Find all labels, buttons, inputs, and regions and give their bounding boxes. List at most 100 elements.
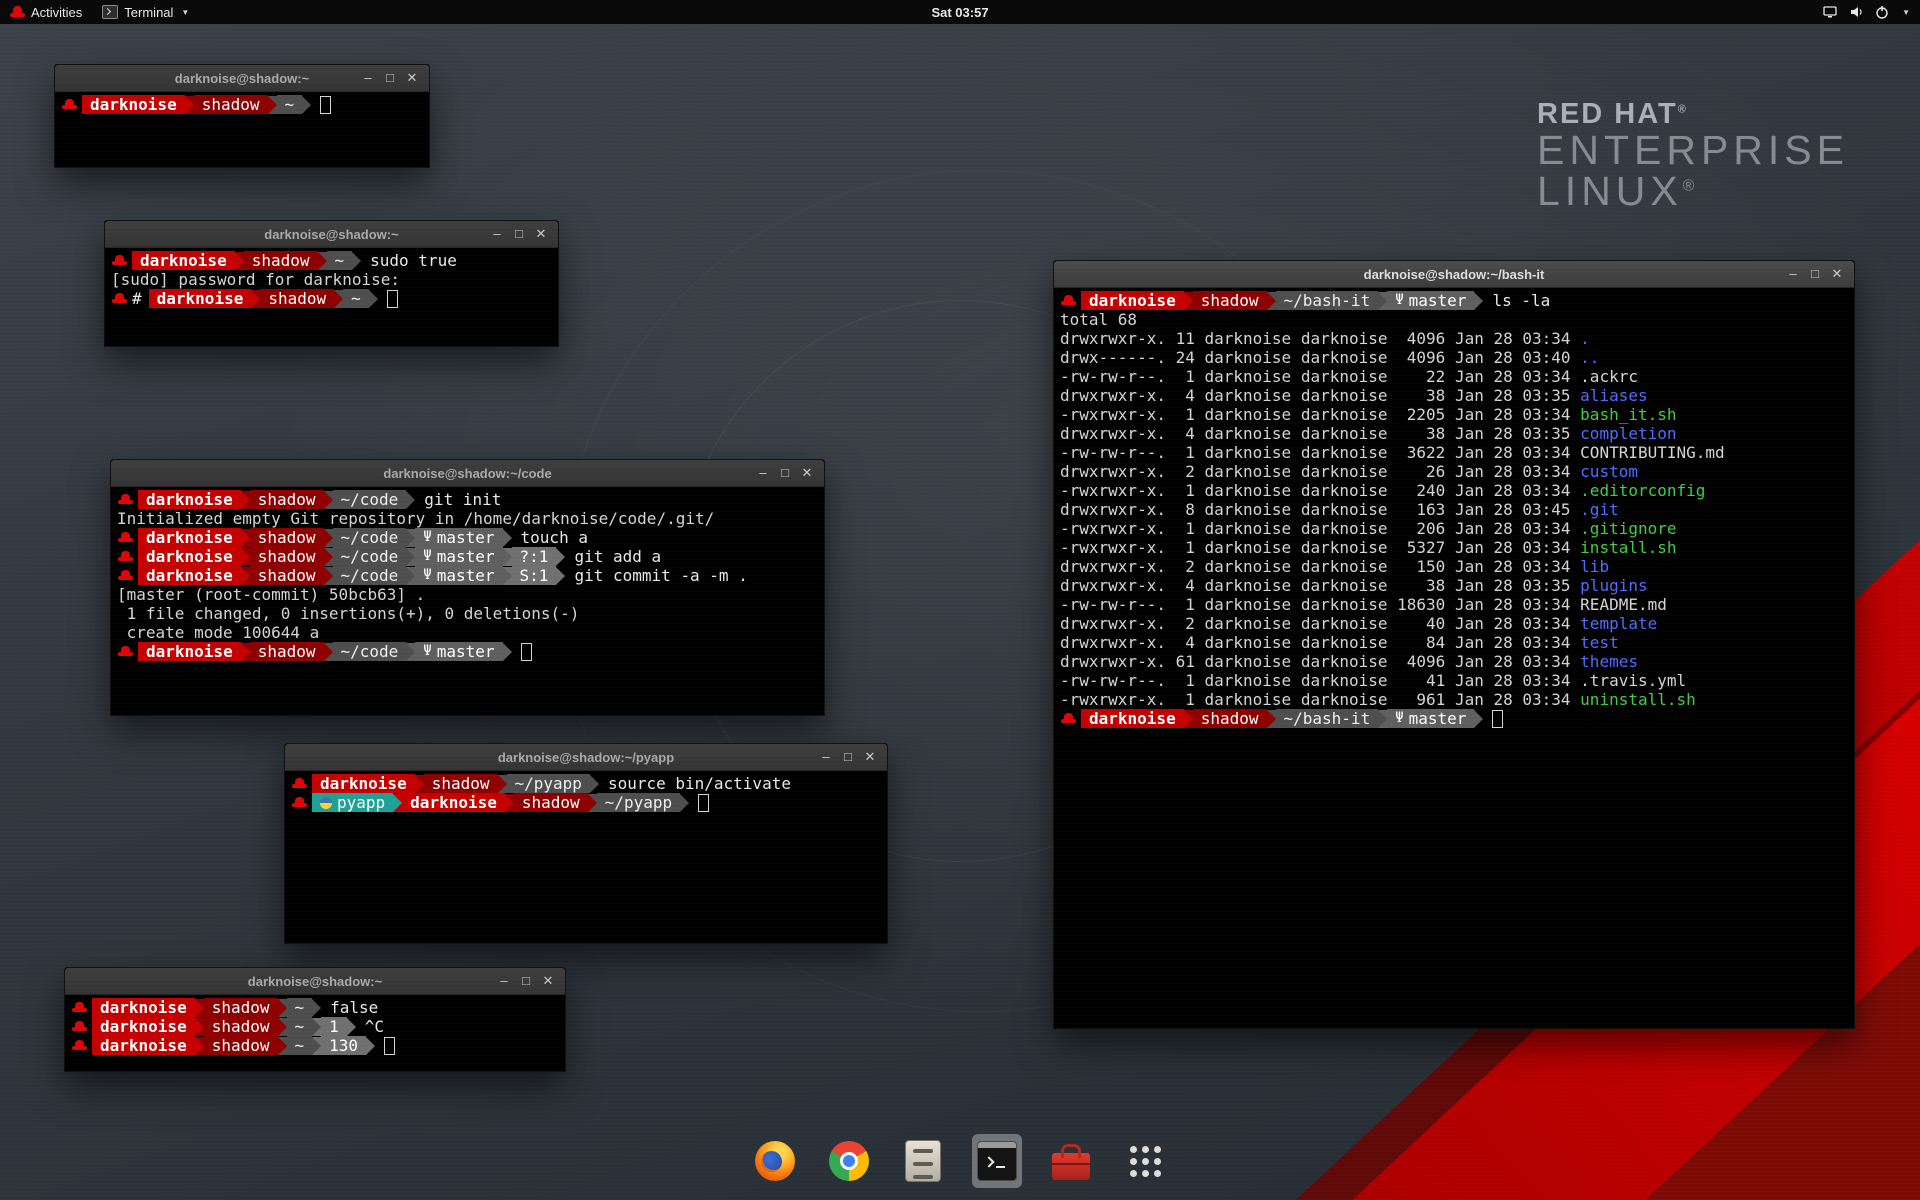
- powerline-separator: [278, 1037, 287, 1055]
- powerline-separator: [241, 529, 250, 547]
- terminal-line: drwxrwxr-x. 2 darknoise darknoise 26 Jan…: [1060, 462, 1848, 481]
- prompt-segment-host: shadow: [514, 793, 588, 812]
- brand-redhat: RED HAT®: [1537, 100, 1849, 130]
- window-title: darknoise@shadow:~/bash-it: [1054, 267, 1854, 282]
- minimize-button[interactable]: –: [488, 221, 506, 247]
- prompt-segment-status: 1: [321, 1017, 347, 1036]
- close-button[interactable]: ✕: [403, 65, 421, 91]
- file-name: custom: [1580, 462, 1638, 481]
- prompt-segment-user: darknoise: [1081, 709, 1184, 728]
- app-menu-terminal[interactable]: Terminal ▼: [92, 0, 199, 24]
- powerline-separator: [324, 491, 333, 509]
- powerline-separator: [406, 643, 415, 661]
- file-name: completion: [1580, 424, 1676, 443]
- powerline-separator: [1267, 710, 1276, 728]
- prompt-segment-status: S:1: [512, 566, 557, 585]
- minimize-button[interactable]: –: [359, 65, 377, 91]
- clock[interactable]: Sat 03:57: [931, 5, 988, 20]
- prompt-segment-git: Ψmaster: [415, 566, 502, 585]
- window-titlebar[interactable]: darknoise@shadow:~ –□✕: [65, 968, 565, 995]
- window-titlebar[interactable]: darknoise@shadow:~/bash-it –□✕: [1054, 261, 1854, 288]
- maximize-button[interactable]: □: [381, 65, 399, 91]
- powerline-separator: [415, 775, 424, 793]
- root-indicator: #: [132, 289, 142, 308]
- dock-item-chrome[interactable]: [824, 1134, 874, 1188]
- prompt-segment-path: ~/code: [333, 642, 407, 661]
- powerline-separator: [503, 529, 512, 547]
- command-text: git commit -a -m .: [574, 566, 747, 585]
- powerline-separator: [590, 775, 599, 793]
- maximize-button[interactable]: □: [510, 221, 528, 247]
- file-name: plugins: [1580, 576, 1647, 595]
- minimize-button[interactable]: –: [817, 744, 835, 770]
- powerline-separator: [268, 96, 277, 114]
- prompt-segment-user: darknoise: [132, 251, 235, 270]
- close-button[interactable]: ✕: [861, 744, 879, 770]
- terminal-line: #darknoiseshadow~: [111, 289, 552, 308]
- close-button[interactable]: ✕: [798, 460, 816, 486]
- redhat-prompt-icon: [118, 531, 133, 544]
- minimize-button[interactable]: –: [1784, 261, 1802, 287]
- prompt-segment-host: shadow: [204, 1036, 278, 1055]
- file-name: .gitignore: [1580, 519, 1676, 538]
- dock-item-firefox[interactable]: [750, 1134, 800, 1188]
- minimize-button[interactable]: –: [495, 968, 513, 994]
- registered-mark: ®: [1683, 178, 1694, 195]
- terminal-window: darknoise@shadow:~/code –□✕ darknoisesha…: [110, 459, 825, 716]
- powerline-separator: [1184, 710, 1193, 728]
- prompt-segment-path: ~/pyapp: [597, 793, 680, 812]
- activities-button[interactable]: Activities: [0, 0, 92, 24]
- window-titlebar[interactable]: darknoise@shadow:~/code –□✕: [111, 460, 824, 487]
- powerline-separator: [406, 548, 415, 566]
- powerline-separator: [347, 1018, 356, 1036]
- prompt-segment-path: ~: [287, 998, 313, 1017]
- prompt-segment-git: Ψmaster: [1387, 291, 1474, 310]
- git-branch-icon: Ψ: [423, 642, 431, 661]
- redhat-prompt-icon: [72, 1020, 87, 1033]
- prompt-segment-git: Ψmaster: [1387, 709, 1474, 728]
- system-status-area[interactable]: ▼: [1812, 0, 1920, 24]
- powerline-separator: [1474, 292, 1483, 310]
- close-button[interactable]: ✕: [539, 968, 557, 994]
- command-text: git init: [424, 490, 501, 509]
- terminal-line: -rw-rw-r--. 1 darknoise darknoise 3622 J…: [1060, 443, 1848, 462]
- powerline-separator: [503, 643, 512, 661]
- terminal-content[interactable]: darknoise shadow ~/pyappsource bin/activat…: [285, 771, 887, 815]
- terminal-content[interactable]: darknoiseshadow~: [55, 92, 429, 117]
- command-text: source bin/activate: [608, 774, 791, 793]
- prompt-segment-status: 130: [321, 1036, 366, 1055]
- terminal-cursor: [521, 643, 532, 661]
- terminal-line: pyappdarknoiseshadow~/pyapp: [291, 793, 881, 812]
- terminal-line: drwxrwxr-x. 4 darknoise darknoise 38 Jan…: [1060, 386, 1848, 405]
- close-button[interactable]: ✕: [532, 221, 550, 247]
- maximize-button[interactable]: □: [517, 968, 535, 994]
- maximize-button[interactable]: □: [1806, 261, 1824, 287]
- dock-item-show-applications[interactable]: [1120, 1134, 1170, 1188]
- terminal-line: drwxrwxr-x. 4 darknoise darknoise 38 Jan…: [1060, 424, 1848, 443]
- redhat-prompt-icon: [118, 645, 133, 658]
- prompt-segment-user: darknoise: [402, 793, 505, 812]
- close-button[interactable]: ✕: [1828, 261, 1846, 287]
- terminal-line: -rwxrwxr-x. 1 darknoise darknoise 240 Ja…: [1060, 481, 1848, 500]
- terminal-line: darknoiseshadow~/codeΨmaster?:1git add a: [117, 547, 818, 566]
- dock-item-terminal[interactable]: [972, 1134, 1022, 1188]
- terminal-content[interactable]: darknoiseshadow~falsedarknoiseshadow~1^C…: [65, 995, 565, 1058]
- terminal-content[interactable]: darknoiseshadow~/codegit initInitialized…: [111, 487, 824, 664]
- minimize-button[interactable]: –: [754, 460, 772, 486]
- powerline-separator: [318, 252, 327, 270]
- terminal-content[interactable]: darknoiseshadow~sudo true[sudo] password…: [105, 248, 558, 311]
- terminal-window: darknoise@shadow:~ –□✕ darknoiseshadow~f…: [64, 967, 566, 1072]
- powerline-separator: [241, 643, 250, 661]
- terminal-content[interactable]: darknoiseshadow~/bash-itΨmasterls -latot…: [1054, 288, 1854, 731]
- terminal-line: -rw-rw-r--. 1 darknoise darknoise 18630 …: [1060, 595, 1848, 614]
- maximize-button[interactable]: □: [776, 460, 794, 486]
- window-titlebar[interactable]: darknoise@shadow:~/pyapp –□✕: [285, 744, 887, 771]
- maximize-button[interactable]: □: [839, 744, 857, 770]
- window-titlebar[interactable]: darknoise@shadow:~ –□✕: [55, 65, 429, 92]
- window-titlebar[interactable]: darknoise@shadow:~ –□✕: [105, 221, 558, 248]
- dock-item-files[interactable]: [898, 1134, 948, 1188]
- dock-item-toolbox[interactable]: [1046, 1134, 1096, 1188]
- file-name: .: [1580, 329, 1590, 348]
- chevron-down-icon: ▼: [1902, 8, 1910, 17]
- redhat-prompt-icon: [292, 796, 307, 809]
